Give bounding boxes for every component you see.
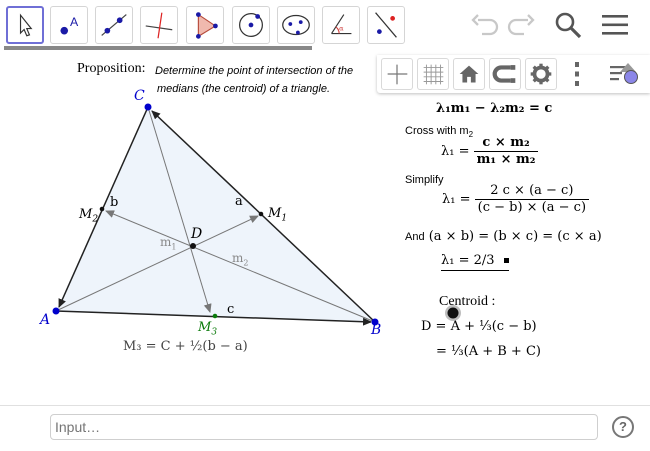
lambda-result: λ₁ = 2/3 (441, 253, 509, 271)
point-M2[interactable] (99, 206, 105, 212)
conic-tool-button[interactable] (277, 6, 315, 44)
point-A[interactable] (52, 307, 60, 315)
slider-knob-icon[interactable] (441, 301, 465, 325)
search-icon (555, 12, 582, 39)
undo-icon (471, 14, 499, 36)
m3-formula: M₃ = C + ½(b − a) (123, 339, 248, 354)
vertical-dots-icon (575, 62, 579, 86)
label-side-b: b (110, 195, 119, 210)
style-bar-toggle-icon (610, 63, 638, 84)
toggle-axes-button[interactable] (381, 58, 413, 90)
point-capture-magnet-icon (492, 65, 516, 83)
point-M1[interactable] (258, 211, 264, 217)
perpendicular-tool-button[interactable] (140, 6, 178, 44)
proposition-heading: Proposition: (77, 61, 146, 76)
label-M3: M3 (198, 320, 218, 338)
label-M1: M1 (268, 206, 288, 224)
label-M2: M2 (79, 207, 99, 225)
point-C[interactable] (144, 103, 152, 111)
algebra-input[interactable] (50, 414, 598, 440)
polygon-tool-button[interactable] (186, 6, 224, 44)
svg-text:A: A (70, 15, 79, 29)
point-icon: A (60, 15, 79, 35)
graphics-style-bar (377, 55, 650, 93)
proposition-statement-line2: medians (the centroid) of a triangle. (157, 83, 331, 95)
undo-button[interactable] (468, 8, 502, 42)
more-options-button[interactable] (565, 59, 589, 89)
move-tool-button[interactable] (6, 6, 44, 44)
point-D[interactable] (190, 243, 196, 249)
standard-view-button[interactable] (453, 58, 485, 90)
construction-drawing (52, 103, 379, 326)
redo-icon (507, 14, 535, 36)
centroid-formula-simplified: = ⅓(A + B + C) (436, 344, 541, 359)
triangle-fill (56, 107, 375, 322)
line-icon (101, 14, 127, 36)
grid-icon (423, 64, 444, 85)
input-bar: ? (0, 405, 650, 451)
style-bar-toggle-button[interactable] (607, 58, 643, 90)
home-icon (459, 65, 479, 83)
angle-tool-button[interactable]: α (322, 6, 360, 44)
simplify-note: Simplify (405, 174, 444, 186)
label-median-m2: m2 (232, 251, 249, 268)
toggle-grid-button[interactable] (417, 58, 449, 90)
point-capturing-button[interactable] (489, 58, 521, 90)
label-D: D (191, 226, 203, 242)
input-help-button[interactable]: ? (612, 416, 634, 438)
label-C: C (134, 88, 145, 104)
circle-tool-button[interactable] (232, 6, 270, 44)
point-M3[interactable] (212, 313, 218, 319)
qed-square-icon (503, 258, 509, 263)
angle-icon: α (331, 14, 352, 35)
label-B: B (371, 322, 382, 338)
graphics-view[interactable]: Proposition: Determine the point of inte… (0, 50, 650, 405)
gear-icon (530, 63, 552, 85)
lambda-fraction1: λ₁ = c × m₂ m₁ × m₂ (441, 135, 539, 168)
circle-icon (239, 13, 263, 37)
line-tool-button[interactable] (95, 6, 133, 44)
point-tool-button[interactable]: A (50, 6, 88, 44)
axes-icon (387, 64, 408, 85)
redo-button[interactable] (504, 8, 538, 42)
cursor-arrow-icon (19, 13, 33, 37)
ellipse-icon (282, 14, 310, 36)
centroid-formula: D = A + ⅓(c − b) (421, 319, 537, 334)
perpendicular-line-icon (145, 12, 173, 39)
main-menu-button[interactable] (598, 8, 632, 42)
toolbar: A α (0, 0, 650, 50)
and-line: And (a × b) = (b × c) = (c × a) (405, 229, 602, 244)
search-button[interactable] (551, 8, 585, 42)
label-side-c: c (227, 302, 235, 317)
svg-text:α: α (339, 25, 344, 33)
proposition-statement-line1: Determine the point of intersection of t… (155, 65, 354, 77)
polygon-icon (196, 12, 218, 39)
label-side-a: a (235, 194, 243, 209)
lambda-fraction2: λ₁ = 2 c × (a − c) (c − b) × (a − c) (442, 183, 590, 216)
label-median-m1: m1 (160, 235, 177, 252)
label-A: A (40, 312, 51, 328)
equation-line0: λ₁m₁ − λ₂m₂ = c (436, 101, 553, 116)
reflect-line-icon (375, 12, 397, 38)
graphics-settings-button[interactable] (525, 58, 557, 90)
reflect-tool-button[interactable] (367, 6, 405, 44)
hamburger-menu-icon (602, 15, 628, 35)
